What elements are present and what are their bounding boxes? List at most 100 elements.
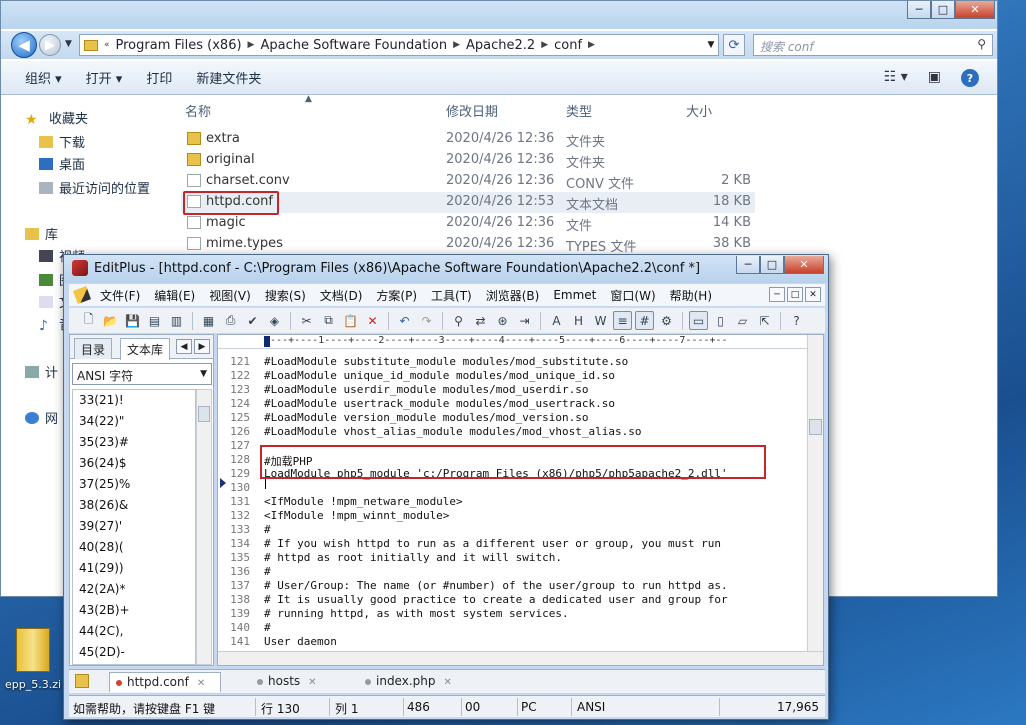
view-options-icon[interactable]: ☷ ▾ xyxy=(884,69,908,87)
code-editor[interactable]: ----+----1----+----2----+----3----+----4… xyxy=(217,334,824,666)
char-item[interactable]: 34(22)" xyxy=(73,411,195,432)
close-file-icon[interactable]: ▥ xyxy=(167,311,186,330)
char-item[interactable]: 38(26)& xyxy=(73,495,195,516)
char-item[interactable]: 39(27)' xyxy=(73,516,195,537)
nav-recent[interactable]: 最近访问的位置 xyxy=(39,178,150,197)
menu-browser[interactable]: 浏览器(B) xyxy=(479,287,547,304)
menu-file[interactable]: 文件(F) xyxy=(93,287,147,304)
doc-tab-hosts[interactable]: hosts ✕ xyxy=(251,672,323,692)
new-file-icon[interactable]: 🗋 xyxy=(79,311,98,330)
spellcheck-icon[interactable]: ✔ xyxy=(243,311,262,330)
close-button[interactable]: ✕ xyxy=(955,1,995,19)
print-icon[interactable]: ⎙ xyxy=(221,311,240,330)
maximize-button[interactable]: □ xyxy=(931,1,955,19)
close-icon[interactable]: ✕ xyxy=(308,677,316,688)
address-bar[interactable]: « Program Files (x86) ▶ Apache Software … xyxy=(79,34,719,56)
undo-icon[interactable]: ↶ xyxy=(395,311,414,330)
paste-icon[interactable]: 📋 xyxy=(341,311,360,330)
file-row-mime[interactable]: mime.types 2020/4/26 12:36 TYPES 文件 38 KB xyxy=(181,234,755,255)
mdi-minimize-button[interactable]: ─ xyxy=(769,287,785,302)
menu-window[interactable]: 窗口(W) xyxy=(603,287,662,304)
char-item[interactable]: 35(23)# xyxy=(73,432,195,453)
menu-help[interactable]: 帮助(H) xyxy=(663,287,719,304)
font-icon[interactable]: A xyxy=(547,311,566,330)
tab-directory[interactable]: 目录 xyxy=(74,338,113,359)
context-help-icon[interactable]: ? xyxy=(787,311,806,330)
char-list-scrollbar[interactable] xyxy=(196,389,212,665)
maximize-button[interactable]: □ xyxy=(760,256,784,274)
char-item[interactable]: 36(24)$ xyxy=(73,453,195,474)
doc-tab-httpd[interactable]: httpd.conf ✕ xyxy=(109,672,221,692)
mdi-close-button[interactable]: ✕ xyxy=(805,287,821,302)
print-preview-icon[interactable]: ▦ xyxy=(199,311,218,330)
line-number-toggle-icon[interactable]: # xyxy=(635,311,654,330)
close-icon[interactable]: ✕ xyxy=(197,678,205,689)
find-icon[interactable]: ⚲ xyxy=(449,311,468,330)
breadcrumb-apache-foundation[interactable]: Apache Software Foundation xyxy=(256,38,451,53)
redo-icon[interactable]: ↷ xyxy=(417,311,436,330)
desktop-zip-icon[interactable]: epp_5.3.zi xyxy=(2,628,64,691)
file-row-magic[interactable]: magic 2020/4/26 12:36 文件 14 KB xyxy=(181,213,755,234)
delete-icon[interactable]: ✕ xyxy=(363,311,382,330)
menu-search[interactable]: 搜索(S) xyxy=(258,287,313,304)
preview-pane-icon[interactable]: ▣ xyxy=(928,69,941,87)
history-dropdown-icon[interactable]: ▼ xyxy=(65,39,72,49)
breadcrumb-conf[interactable]: conf xyxy=(550,38,586,53)
browser-preview-icon[interactable]: ◈ xyxy=(265,311,284,330)
chevron-right-icon[interactable]: ▶ xyxy=(246,40,257,50)
char-item[interactable]: 41(29)) xyxy=(73,558,195,579)
column-size[interactable]: 大小 xyxy=(686,101,712,120)
forward-button[interactable]: ▶ xyxy=(39,34,61,56)
file-row-charset[interactable]: charset.conv 2020/4/26 12:36 CONV 文件 2 KB xyxy=(181,171,755,192)
chevron-right-icon[interactable]: ▶ xyxy=(539,40,550,50)
folder-icon[interactable] xyxy=(75,674,89,688)
menu-view[interactable]: 视图(V) xyxy=(202,287,258,304)
menu-project[interactable]: 方案(P) xyxy=(369,287,424,304)
menu-tools[interactable]: 工具(T) xyxy=(424,287,479,304)
column-date[interactable]: 修改日期 xyxy=(446,101,498,120)
column-name[interactable]: 名称 xyxy=(185,101,211,120)
nav-network[interactable]: 网 xyxy=(25,408,58,427)
address-dropdown-icon[interactable]: ▼ xyxy=(703,34,719,56)
char-item[interactable]: 33(21)! xyxy=(73,390,195,411)
help-icon[interactable]: ? xyxy=(961,69,979,87)
nav-favorites[interactable]: ★ 收藏夹 xyxy=(25,108,88,128)
editor-vertical-scrollbar[interactable] xyxy=(807,335,823,653)
replace-icon[interactable]: ⇄ xyxy=(471,311,490,330)
organize-button[interactable]: 组织 ▾ xyxy=(13,68,74,87)
save-icon[interactable]: 💾 xyxy=(123,311,142,330)
print-button[interactable]: 打印 xyxy=(134,68,184,87)
settings-gear-icon[interactable]: ⚙ xyxy=(657,311,676,330)
minimize-button[interactable]: ─ xyxy=(736,256,760,274)
nav-library[interactable]: 库 xyxy=(25,224,58,243)
chevron-left-icon[interactable]: ◀ xyxy=(176,339,192,354)
cut-icon[interactable]: ✂ xyxy=(297,311,316,330)
breadcrumb-program-files[interactable]: Program Files (x86) xyxy=(112,38,246,53)
editplus-titlebar[interactable]: EditPlus - [httpd.conf - C:\Program File… xyxy=(64,255,828,283)
back-button[interactable]: ◀ xyxy=(11,32,37,58)
char-item[interactable]: 37(25)% xyxy=(73,474,195,495)
ftp-icon[interactable]: ⇱ xyxy=(755,311,774,330)
menu-document[interactable]: 文档(D) xyxy=(313,287,370,304)
editor-horizontal-scrollbar[interactable] xyxy=(218,651,823,665)
char-item[interactable]: 45(2D)- xyxy=(73,642,195,663)
encoding-select[interactable]: ANSI 字符 ▼ xyxy=(72,363,212,385)
nav-downloads[interactable]: 下载 xyxy=(39,132,85,151)
explorer-titlebar[interactable]: ─ □ ✕ xyxy=(1,1,997,29)
tab-cliptext[interactable]: 文本库 xyxy=(120,338,171,360)
file-row-extra[interactable]: extra 2020/4/26 12:36 文件夹 xyxy=(181,129,755,150)
mdi-restore-button[interactable]: □ xyxy=(787,287,803,302)
new-folder-button[interactable]: 新建文件夹 xyxy=(184,68,273,87)
heading-icon[interactable]: H xyxy=(569,311,588,330)
chevron-right-icon[interactable]: ▶ xyxy=(194,339,210,354)
open-button[interactable]: 打开 ▾ xyxy=(74,68,135,87)
output-window-icon[interactable]: ▯ xyxy=(711,311,730,330)
menu-emmet[interactable]: Emmet xyxy=(546,288,603,302)
refresh-button[interactable]: ⟳ xyxy=(723,34,745,56)
close-icon[interactable]: ✕ xyxy=(443,677,451,688)
char-item[interactable]: 40(28)( xyxy=(73,537,195,558)
directory-window-icon[interactable]: ▭ xyxy=(689,311,708,330)
scroll-thumb[interactable] xyxy=(198,406,210,422)
char-item[interactable]: 43(2B)+ xyxy=(73,600,195,621)
nav-desktop[interactable]: 桌面 xyxy=(39,154,85,173)
